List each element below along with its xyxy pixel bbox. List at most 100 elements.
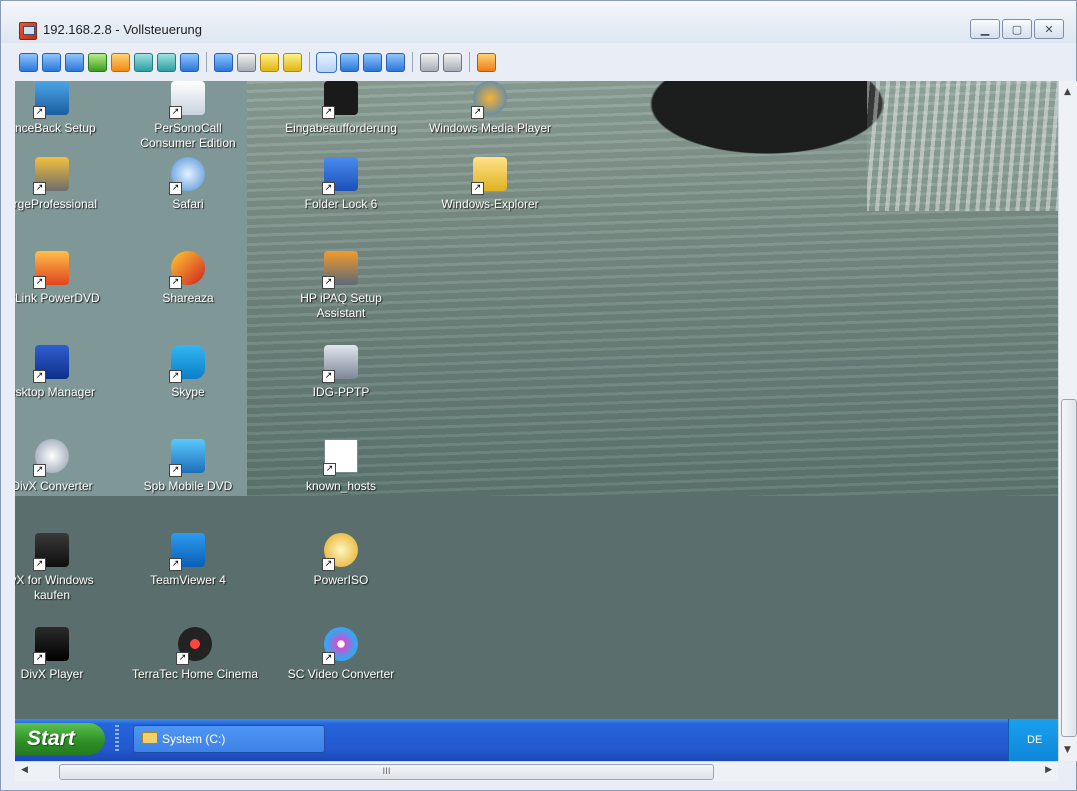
- maximize-button[interactable]: ▢: [1002, 19, 1032, 39]
- scroll-right-arrow-icon[interactable]: ▶: [1045, 765, 1052, 775]
- lock-icon[interactable]: [260, 52, 279, 72]
- clipboard-icon[interactable]: [420, 52, 439, 72]
- toolbar-separator: [309, 52, 310, 72]
- tools-icon[interactable]: [443, 52, 462, 72]
- divx-store-icon: [33, 533, 69, 571]
- user-icon[interactable]: [214, 52, 233, 72]
- toolbar: [1, 45, 1076, 79]
- skype-icon: [169, 345, 205, 383]
- desktop-icon[interactable]: vX for Windows kaufen: [15, 533, 111, 603]
- language-indicator[interactable]: DE: [1008, 719, 1058, 761]
- terratec-icon: [176, 627, 212, 665]
- desktop-icon-label: PowerISO: [313, 573, 369, 587]
- safari-icon: [169, 157, 205, 195]
- desktop-icon[interactable]: Windows Media Player: [425, 81, 555, 136]
- message-icon[interactable]: [180, 52, 199, 72]
- desktop-icon[interactable]: SC Video Converter: [282, 627, 400, 682]
- start-button[interactable]: Start: [15, 723, 105, 755]
- taskbar-item-system[interactable]: System (C:): [133, 725, 325, 753]
- desktop-icon[interactable]: Folder Lock 6: [282, 157, 400, 212]
- desktop-icon[interactable]: known_hosts: [282, 439, 400, 494]
- desktop-icon-label: argeProfessional: [15, 197, 98, 211]
- title-bar[interactable]: 192.168.2.8 - Vollsteuerung ▁ ▢ ✕: [1, 1, 1076, 43]
- charge-professional-icon: [33, 157, 69, 195]
- scroll-down-arrow-icon[interactable]: ▼: [1064, 745, 1071, 755]
- desktop-icon-label: Skype: [171, 385, 205, 399]
- desktop-icon-label: unceBack Setup: [15, 121, 96, 135]
- file-transfer-icon[interactable]: [88, 52, 107, 72]
- desktop-icon-label: Windows Media Player: [428, 121, 552, 135]
- taskbar-item-label: System (C:): [162, 732, 226, 746]
- horizontal-scroll-thumb[interactable]: III: [59, 764, 714, 780]
- desktop-icon[interactable]: unceBack Setup: [15, 81, 111, 136]
- windows-explorer-icon: [471, 157, 507, 195]
- horizontal-scrollbar[interactable]: ◀ III ▶: [15, 761, 1058, 781]
- desktop-icon[interactable]: esktop Manager: [15, 345, 111, 400]
- desktop-icon-label: Spb Mobile DVD: [143, 479, 233, 493]
- desktop-icon[interactable]: PerSonoCall Consumer Edition: [129, 81, 247, 151]
- desktop-icon[interactable]: TeamViewer 4: [129, 533, 247, 588]
- desktop-icon-label: Windows-Explorer: [441, 197, 539, 211]
- desktop-icon[interactable]: Spb Mobile DVD: [129, 439, 247, 494]
- terminal-icon[interactable]: [65, 52, 84, 72]
- desktop-icon[interactable]: TerraTec Home Cinema: [129, 627, 261, 682]
- desktop-icon-label: esktop Manager: [15, 385, 96, 399]
- minimize-button[interactable]: ▁: [970, 19, 1000, 39]
- desktop-icon-label: known_hosts: [305, 479, 377, 493]
- desktop-icon-label: TerraTec Home Cinema: [131, 667, 259, 681]
- toolbar-separator: [469, 52, 470, 72]
- vertical-scrollbar[interactable]: ▲ ▼: [1058, 81, 1077, 761]
- shareaza-icon: [169, 251, 205, 289]
- taskbar-grip[interactable]: [115, 725, 119, 753]
- desktop-icon[interactable]: argeProfessional: [15, 157, 111, 212]
- desktop-icon-label: DivX Converter: [15, 479, 93, 493]
- desktop-icon-label: DivX Player: [20, 667, 84, 681]
- window-title: 192.168.2.8 - Vollsteuerung: [43, 22, 203, 37]
- desktop-icon[interactable]: Shareaza: [129, 251, 247, 306]
- close-button[interactable]: ✕: [1034, 19, 1064, 39]
- unlock-icon[interactable]: [283, 52, 302, 72]
- water-splash-image: [867, 81, 1058, 211]
- fullscreen-icon[interactable]: [363, 52, 382, 72]
- desktop-icon[interactable]: Eingabeaufforderung: [282, 81, 400, 136]
- scroll-up-arrow-icon[interactable]: ▲: [1064, 87, 1071, 97]
- desktop-icon[interactable]: Skype: [129, 345, 247, 400]
- desktop-icon[interactable]: Safari: [129, 157, 247, 212]
- power-icon[interactable]: [111, 52, 130, 72]
- phone-icon[interactable]: [157, 52, 176, 72]
- desktop-icon-label: vX for Windows kaufen: [15, 573, 94, 602]
- desktop-icon-label: TeamViewer 4: [150, 573, 226, 587]
- vertical-scroll-thumb[interactable]: [1061, 399, 1077, 737]
- monitor-icon[interactable]: [42, 52, 61, 72]
- desktop-icon-label: erLink PowerDVD: [15, 291, 100, 305]
- desktop-icon[interactable]: PowerISO: [282, 533, 400, 588]
- folder-lock-icon: [322, 157, 358, 195]
- bounceback-icon: [33, 81, 69, 119]
- desktop-icon[interactable]: Windows-Explorer: [425, 157, 555, 212]
- desktop-icon[interactable]: erLink PowerDVD: [15, 251, 111, 306]
- desktop-icon[interactable]: HP iPAQ Setup Assistant: [282, 251, 400, 321]
- folder-icon: [142, 732, 158, 744]
- desktop-icon[interactable]: IDG-PPTP: [282, 345, 400, 400]
- desktop-icon-label: IDG-PPTP: [312, 385, 370, 399]
- remote-desktop-view[interactable]: unceBack Setup PerSonoCall Consumer Edit…: [15, 81, 1058, 761]
- toolbar-separator: [412, 52, 413, 72]
- network-icon[interactable]: [237, 52, 256, 72]
- desktop-icon[interactable]: DivX Converter: [15, 439, 111, 494]
- desktop-icon-label: Eingabeaufforderung: [285, 121, 397, 135]
- poweriso-icon: [322, 533, 358, 571]
- remote-app-icon: [19, 22, 37, 40]
- computer-icon[interactable]: [19, 52, 38, 72]
- desktop-icon[interactable]: DivX Player: [15, 627, 111, 682]
- chat-icon[interactable]: [134, 52, 153, 72]
- scale-icon[interactable]: [386, 52, 405, 72]
- window-controls: ▁ ▢ ✕: [970, 19, 1064, 39]
- video-converter-icon: [322, 627, 358, 665]
- desktop-icon-label: Shareaza: [162, 291, 214, 305]
- full-control-icon[interactable]: [316, 51, 337, 73]
- taskbar: Start System (C:) DE: [15, 719, 1058, 761]
- view-icon[interactable]: [340, 52, 359, 72]
- disconnect-icon[interactable]: [477, 52, 496, 72]
- scroll-left-arrow-icon[interactable]: ◀: [21, 765, 28, 775]
- powerdvd-icon: [33, 251, 69, 289]
